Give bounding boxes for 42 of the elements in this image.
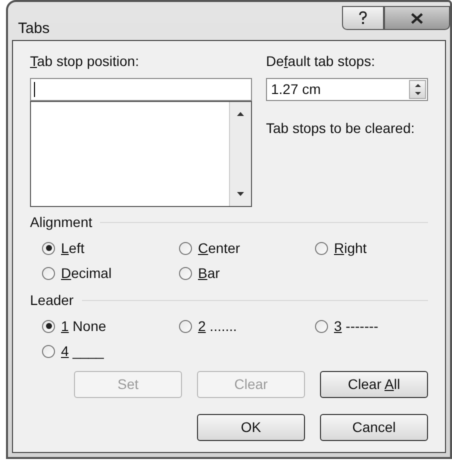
group-title: Alignment	[30, 213, 92, 232]
radio-button[interactable]	[179, 320, 192, 332]
scroll-up-icon	[237, 112, 244, 116]
tab-stop-list[interactable]	[30, 101, 252, 207]
dialog-button[interactable]: Cancel	[320, 414, 428, 441]
close-button[interactable]	[384, 6, 450, 30]
radio-label: Left	[61, 238, 84, 258]
field-label: Tab stop position:	[30, 53, 140, 70]
radio-button[interactable]	[42, 242, 55, 254]
close-icon	[410, 12, 424, 24]
down-arrow-icon	[414, 92, 420, 96]
radio-button[interactable]	[42, 266, 55, 280]
radio-label: Center	[198, 238, 240, 258]
window-title: Tabs	[18, 19, 50, 39]
help-icon	[358, 11, 368, 25]
default-tab-stops-field[interactable]: 1.27 cm	[266, 78, 428, 101]
radio-button[interactable]	[42, 344, 55, 358]
scrollbar[interactable]	[229, 102, 251, 206]
group-title: Leader	[30, 291, 74, 310]
up-arrow-icon	[414, 84, 420, 87]
radio-button[interactable]	[42, 320, 55, 332]
dialog-button[interactable]: OK	[197, 414, 305, 441]
spin-button[interactable]	[409, 80, 426, 99]
text-cursor	[34, 82, 35, 97]
scroll-down-icon	[237, 192, 244, 196]
field-value: 1.27 cm	[271, 80, 322, 99]
field-label: Default tab stops:	[266, 53, 376, 70]
radio-button[interactable]	[179, 242, 192, 254]
radio-label: Decimal	[61, 264, 112, 282]
radio-button[interactable]	[315, 320, 328, 332]
radio-label: 2 .......	[198, 316, 237, 336]
radio-label: Bar	[198, 264, 220, 282]
dialog-button[interactable]: Clear All	[320, 371, 428, 398]
radio-button[interactable]	[315, 242, 328, 254]
tab-stop-position-field[interactable]	[30, 78, 252, 101]
radio-button[interactable]	[179, 266, 192, 280]
radio-label: 3 -------	[334, 316, 378, 336]
field-label: Tab stops to be cleared:	[266, 119, 416, 138]
help-button[interactable]	[342, 6, 384, 30]
radio-label: Right	[334, 238, 367, 258]
radio-label: 4 ____	[61, 342, 104, 361]
radio-label: 1 None	[61, 316, 106, 336]
